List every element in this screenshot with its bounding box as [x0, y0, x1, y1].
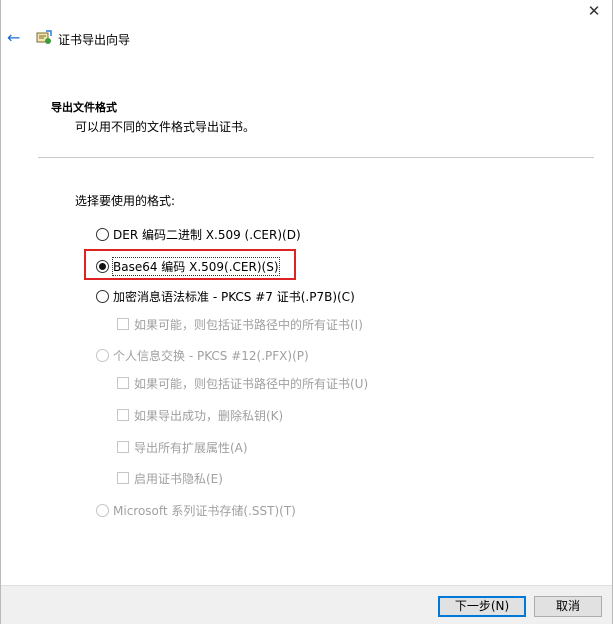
- certificate-export-wizard-window: ✕ ← 证书导出向导 导出文件格式 可以用不同的文件格式导出证书。 选择要使用的…: [0, 0, 613, 624]
- radio-pkcs7-control[interactable]: [96, 289, 109, 303]
- checkbox-pkcs7-include-chain-label: 如果可能，则包括证书路径中的所有证书(I): [134, 317, 363, 332]
- checkbox-pfx-delete-key[interactable]: 如果导出成功，删除私钥(K): [117, 406, 283, 424]
- checkbox-pfx-enable-privacy-box[interactable]: [117, 472, 129, 484]
- checkbox-pfx-enable-privacy[interactable]: 启用证书隐私(E): [117, 469, 223, 487]
- radio-pfx-control[interactable]: [96, 348, 109, 362]
- radio-pkcs7[interactable]: 加密消息语法标准 - PKCS #7 证书(.P7B)(C): [96, 287, 355, 305]
- checkbox-pfx-delete-key-box[interactable]: [117, 409, 129, 421]
- radio-sst-label: Microsoft 系列证书存储(.SST)(T): [113, 503, 296, 518]
- radio-pfx[interactable]: 个人信息交换 - PKCS #12(.PFX)(P): [96, 346, 309, 364]
- radio-der[interactable]: DER 编码二进制 X.509 (.CER)(D): [96, 225, 301, 243]
- checkbox-pfx-delete-key-label: 如果导出成功，删除私钥(K): [134, 408, 284, 423]
- checkbox-pfx-include-chain-box[interactable]: [117, 377, 129, 389]
- radio-base64[interactable]: Base64 编码 X.509(.CER)(S): [96, 256, 280, 276]
- radio-sst-control[interactable]: [96, 503, 109, 517]
- header-divider: [38, 157, 594, 158]
- checkbox-pfx-export-ext-label: 导出所有扩展属性(A): [134, 440, 248, 455]
- checkbox-pfx-enable-privacy-label: 启用证书隐私(E): [134, 471, 223, 486]
- close-button[interactable]: ✕: [582, 2, 606, 22]
- section-title: 导出文件格式: [51, 101, 117, 114]
- radio-pfx-label: 个人信息交换 - PKCS #12(.PFX)(P): [113, 348, 309, 363]
- format-choice-label: 选择要使用的格式:: [75, 194, 176, 208]
- next-button[interactable]: 下一步(N): [438, 596, 526, 617]
- radio-der-label: DER 编码二进制 X.509 (.CER)(D): [113, 227, 301, 242]
- checkbox-pfx-export-ext[interactable]: 导出所有扩展属性(A): [117, 438, 248, 456]
- radio-pkcs7-label: 加密消息语法标准 - PKCS #7 证书(.P7B)(C): [113, 289, 355, 304]
- wizard-footer: 下一步(N) 取消: [1, 585, 612, 624]
- radio-sst[interactable]: Microsoft 系列证书存储(.SST)(T): [96, 501, 296, 519]
- cancel-button[interactable]: 取消: [534, 596, 602, 617]
- checkbox-pkcs7-include-chain-box[interactable]: [117, 318, 129, 330]
- checkbox-pfx-export-ext-box[interactable]: [117, 441, 129, 453]
- certificate-wizard-icon: [36, 30, 52, 44]
- checkbox-pkcs7-include-chain[interactable]: 如果可能，则包括证书路径中的所有证书(I): [117, 315, 363, 333]
- radio-base64-label: Base64 编码 X.509(.CER)(S): [112, 256, 280, 276]
- radio-der-control[interactable]: [96, 227, 109, 241]
- checkbox-pfx-include-chain[interactable]: 如果可能，则包括证书路径中的所有证书(U): [117, 374, 368, 392]
- back-arrow-icon[interactable]: ←: [7, 28, 25, 48]
- wizard-title: 证书导出向导: [58, 33, 131, 47]
- section-description: 可以用不同的文件格式导出证书。: [75, 120, 256, 134]
- wizard-header: ← 证书导出向导: [1, 26, 612, 52]
- radio-base64-control[interactable]: [96, 259, 109, 273]
- checkbox-pfx-include-chain-label: 如果可能，则包括证书路径中的所有证书(U): [134, 376, 369, 391]
